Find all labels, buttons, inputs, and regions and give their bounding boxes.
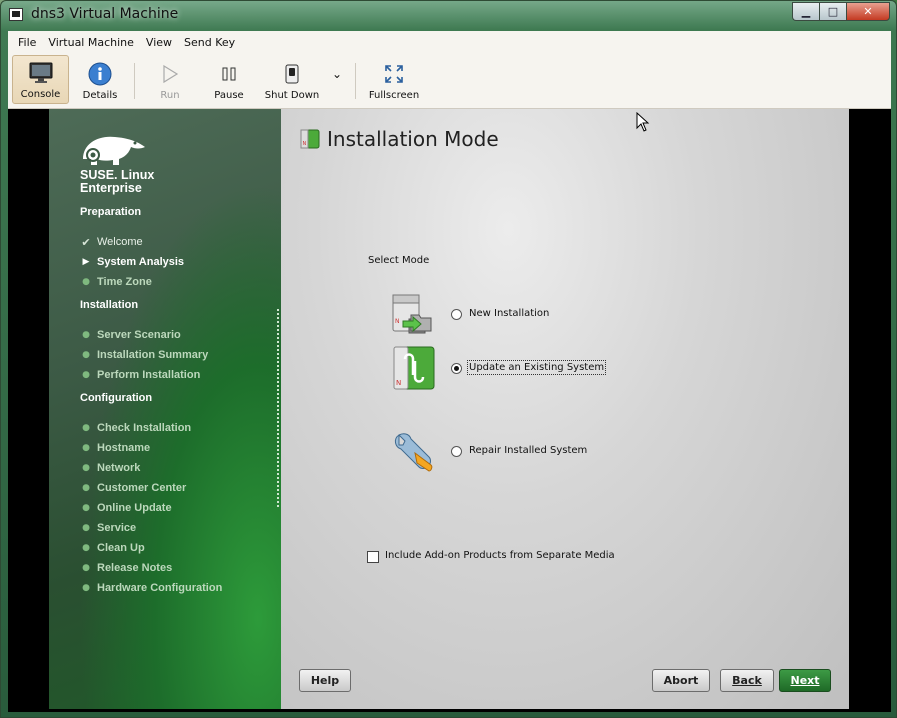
- chevron-down-icon: ⌄: [331, 66, 343, 81]
- repair-system-radio[interactable]: [451, 446, 462, 457]
- bullet-icon: ●: [82, 443, 90, 453]
- bullet-icon: ●: [82, 583, 90, 593]
- maximize-button[interactable]: □: [819, 2, 846, 21]
- run-button[interactable]: Run: [150, 55, 190, 104]
- current-step-arrow-icon: ▶: [82, 257, 90, 267]
- addon-products-checkbox[interactable]: [367, 551, 379, 563]
- section-configuration: Configuration: [80, 392, 153, 404]
- step-network: Network: [97, 462, 141, 474]
- close-button[interactable]: ✕: [846, 2, 890, 21]
- section-installation: Installation: [80, 299, 139, 311]
- back-button[interactable]: Back: [720, 669, 774, 692]
- app-window: dns3 Virtual Machine ▁ □ ✕ File Virtual …: [0, 0, 897, 718]
- title-bar[interactable]: dns3 Virtual Machine ▁ □ ✕: [1, 1, 896, 31]
- section-preparation: Preparation: [80, 206, 142, 218]
- suse-gecko-logo: [79, 129, 149, 169]
- bullet-icon: ●: [82, 350, 90, 360]
- page-title: Installation Mode: [327, 127, 499, 151]
- repair-system-label[interactable]: Repair Installed System: [469, 445, 587, 456]
- step-installation-summary: Installation Summary: [97, 349, 209, 361]
- menu-send-key[interactable]: Send Key: [178, 36, 241, 49]
- addon-products-label[interactable]: Include Add-on Products from Separate Me…: [385, 550, 615, 561]
- pause-button[interactable]: Pause: [208, 55, 250, 104]
- menu-view[interactable]: View: [140, 36, 178, 49]
- new-installation-label[interactable]: New Installation: [469, 308, 549, 319]
- bullet-icon: ●: [82, 503, 90, 513]
- details-label: Details: [82, 90, 118, 101]
- step-check-installation: Check Installation: [97, 422, 192, 434]
- power-switch-icon: [280, 62, 304, 86]
- step-hostname: Hostname: [97, 442, 151, 454]
- vm-display[interactable]: SUSE. Linux Enterprise Preparation ✔ Wel…: [8, 109, 891, 712]
- step-release-notes: Release Notes: [97, 562, 173, 574]
- step-customer-center: Customer Center: [97, 482, 187, 494]
- brand-name: SUSE. Linux Enterprise: [80, 168, 155, 195]
- console-button[interactable]: Console: [12, 55, 69, 104]
- menu-bar: File Virtual Machine View Send Key: [8, 31, 891, 53]
- info-icon: [88, 62, 112, 86]
- fullscreen-button[interactable]: Fullscreen: [366, 55, 422, 104]
- step-online-update: Online Update: [97, 502, 172, 514]
- svg-text:N: N: [395, 318, 400, 325]
- step-server-scenario: Server Scenario: [97, 329, 181, 341]
- next-button[interactable]: Next: [779, 669, 831, 692]
- run-label: Run: [160, 90, 180, 101]
- window-chrome: File Virtual Machine View Send Key Conso…: [8, 31, 891, 109]
- step-clean-up: Clean Up: [97, 542, 145, 554]
- bullet-icon: ●: [82, 277, 90, 287]
- console-label: Console: [20, 89, 61, 100]
- step-system-analysis: System Analysis: [97, 256, 185, 268]
- shutdown-button[interactable]: Shut Down: [260, 55, 324, 104]
- pause-label: Pause: [214, 90, 244, 101]
- bullet-icon: ●: [82, 483, 90, 493]
- step-time-zone: Time Zone: [97, 276, 152, 288]
- bullet-icon: ●: [82, 523, 90, 533]
- repair-wrench-icon: [391, 429, 437, 475]
- menu-file[interactable]: File: [12, 36, 42, 49]
- check-icon: ✔: [81, 236, 91, 249]
- step-welcome: Welcome: [97, 236, 143, 248]
- svg-text:N: N: [303, 141, 307, 147]
- help-button[interactable]: Help: [299, 669, 351, 692]
- menu-virtual-machine[interactable]: Virtual Machine: [42, 36, 140, 49]
- new-installation-icon: N: [391, 291, 437, 337]
- play-icon: [158, 62, 182, 86]
- bullet-icon: ●: [82, 370, 90, 380]
- update-system-label[interactable]: Update an Existing System: [466, 360, 607, 375]
- toolbar-separator: [355, 63, 356, 99]
- new-installation-radio[interactable]: [451, 309, 462, 320]
- window-title: dns3 Virtual Machine: [31, 6, 179, 22]
- details-button[interactable]: Details: [74, 55, 126, 104]
- update-system-radio[interactable]: [451, 363, 462, 374]
- update-system-icon: N: [391, 345, 437, 391]
- select-mode-label: Select Mode: [368, 255, 430, 266]
- step-hardware-configuration: Hardware Configuration: [97, 582, 223, 594]
- fullscreen-label: Fullscreen: [368, 90, 420, 101]
- step-service: Service: [97, 522, 137, 534]
- toolbar-separator: [134, 63, 135, 99]
- installer-content: N Installation Mode Select Mode N New In…: [281, 109, 849, 709]
- installation-mode-icon: N: [300, 129, 320, 149]
- svg-text:N: N: [396, 379, 401, 387]
- step-perform-installation: Perform Installation: [97, 369, 201, 381]
- minimize-button[interactable]: ▁: [792, 2, 819, 21]
- shutdown-dropdown[interactable]: ⌄: [328, 55, 346, 104]
- abort-button[interactable]: Abort: [652, 669, 710, 692]
- bullet-icon: ●: [82, 423, 90, 433]
- monitor-icon: [29, 61, 53, 85]
- shutdown-label: Shut Down: [264, 90, 320, 101]
- installer-sidebar: SUSE. Linux Enterprise Preparation ✔ Wel…: [49, 109, 281, 709]
- mouse-cursor-icon: [636, 112, 650, 132]
- bullet-icon: ●: [82, 330, 90, 340]
- bullet-icon: ●: [82, 463, 90, 473]
- sidebar-resize-handle[interactable]: [277, 309, 279, 509]
- bullet-icon: ●: [82, 543, 90, 553]
- vm-app-icon: [9, 8, 23, 21]
- bullet-icon: ●: [82, 563, 90, 573]
- toolbar: Console Details Run Pause Shut Down ⌄ Fu…: [8, 53, 891, 107]
- fullscreen-icon: [382, 62, 406, 86]
- pause-icon: [217, 62, 241, 86]
- guest-screen: SUSE. Linux Enterprise Preparation ✔ Wel…: [49, 109, 849, 709]
